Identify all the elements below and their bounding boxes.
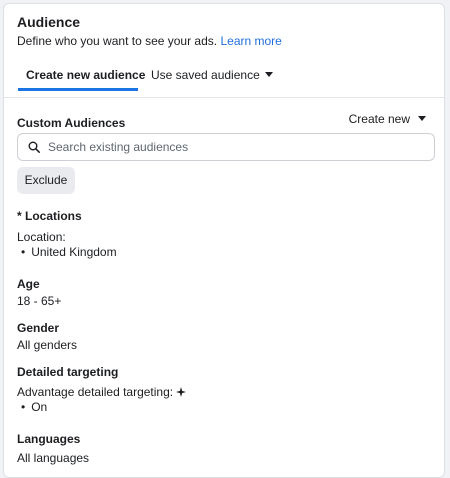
audience-title: Audience bbox=[17, 14, 81, 30]
sparkle-icon bbox=[176, 387, 187, 397]
exclude-button[interactable]: Exclude bbox=[17, 167, 75, 194]
age-value: 18 - 65+ bbox=[17, 294, 62, 308]
advantage-targeting-text: Advantage detailed targeting: bbox=[17, 385, 174, 399]
caret-down-icon bbox=[264, 72, 273, 78]
create-new-label: Create new bbox=[348, 112, 410, 126]
bullet-icon: • bbox=[21, 245, 26, 259]
audience-subtitle: Define who you want to see your ads. Lea… bbox=[17, 33, 282, 49]
tab-use-saved-audience[interactable]: Use saved audience bbox=[151, 59, 273, 91]
languages-value: All languages bbox=[17, 451, 90, 465]
location-item: • United Kingdom bbox=[17, 245, 117, 260]
age-label: Age bbox=[17, 277, 40, 291]
custom-audiences-label: Custom Audiences bbox=[17, 116, 126, 130]
learn-more-link[interactable]: Learn more bbox=[220, 34, 281, 48]
gender-label: Gender bbox=[17, 321, 60, 335]
audience-subtitle-text: Define who you want to see your ads. bbox=[17, 34, 218, 48]
search-icon bbox=[28, 141, 40, 153]
advantage-targeting-label: Advantage detailed targeting: bbox=[17, 385, 187, 400]
advantage-targeting-value-text: On bbox=[31, 400, 48, 414]
tab-create-new-audience[interactable]: Create new audience bbox=[18, 59, 145, 91]
bullet-icon: • bbox=[21, 400, 26, 414]
detailed-targeting-label: Detailed targeting bbox=[17, 365, 119, 379]
gender-value: All genders bbox=[17, 338, 78, 352]
audience-tabs: Create new audience Use saved audience bbox=[17, 59, 437, 91]
tab-use-saved-audience-label: Use saved audience bbox=[151, 68, 260, 82]
tabs-divider bbox=[4, 97, 444, 98]
locations-label: * Locations bbox=[17, 209, 82, 223]
audience-header: Audience Define who you want to see your… bbox=[17, 14, 282, 49]
audience-search-field[interactable] bbox=[17, 133, 435, 161]
advantage-targeting-value: • On bbox=[17, 400, 47, 415]
create-new-dropdown[interactable]: Create new bbox=[349, 112, 426, 127]
languages-label: Languages bbox=[17, 432, 81, 446]
location-sublabel: Location: bbox=[17, 230, 66, 244]
location-item-text: United Kingdom bbox=[31, 245, 117, 259]
caret-down-icon bbox=[418, 116, 426, 122]
search-input[interactable] bbox=[48, 138, 428, 156]
audience-panel: Audience Define who you want to see your… bbox=[3, 3, 445, 478]
